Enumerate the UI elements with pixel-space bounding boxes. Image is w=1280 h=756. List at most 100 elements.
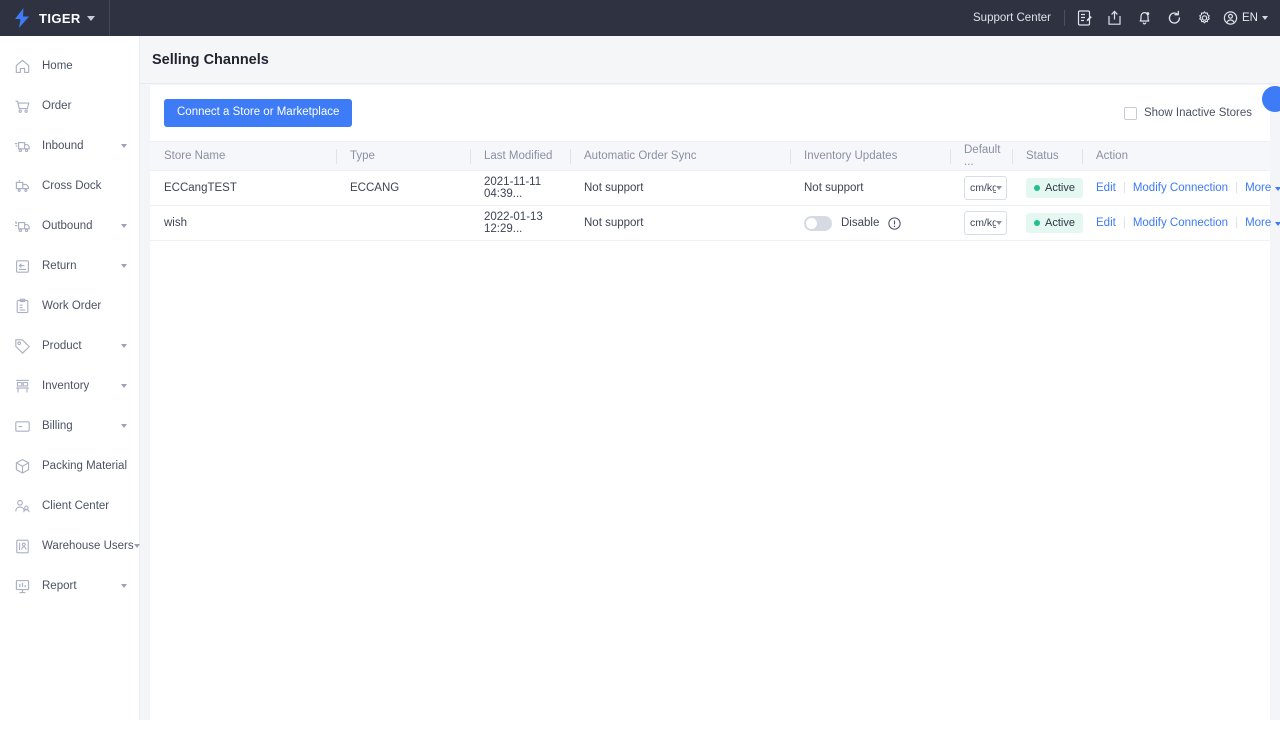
top-bar: TIGER Support Center EN [0,0,1280,36]
divider: | [1235,217,1239,229]
info-exclamation-icon[interactable] [888,216,902,230]
selling-channels-table: Store Name Type Last Modified Automatic … [150,141,1280,241]
sidebar-item-packing-material[interactable]: Packing Material [0,446,139,486]
divider: | [1235,182,1239,194]
edit-link[interactable]: Edit [1096,217,1116,229]
table-row[interactable]: ECCangTEST ECCANG 2021-11-11 04:39... No… [150,170,1280,206]
cell-action: Edit | Modify Connection | More [1082,170,1280,206]
sidebar-item-billing[interactable]: Billing [0,406,139,446]
sidebar-item-order[interactable]: Order [0,86,139,126]
show-inactive-label: Show Inactive Stores [1143,107,1252,119]
brand-logo-area[interactable]: TIGER [0,0,110,36]
chevron-down-icon [121,384,127,388]
sidebar-item-report[interactable]: Report [0,566,139,606]
table-row[interactable]: wish 2022-01-13 12:29... Not support Dis… [150,205,1280,241]
column-header-store-name[interactable]: Store Name [150,141,336,171]
support-center-link[interactable]: Support Center [973,12,1064,24]
column-header-type[interactable]: Type [336,141,470,171]
sidebar-item-label: Home [42,60,73,72]
user-avatar-icon [1223,11,1238,25]
chevron-down-icon [121,264,127,268]
main-content: Selling Channels Connect a Store or Mark… [140,36,1280,756]
chevron-down-icon [1262,16,1268,20]
status-dot-icon [1034,220,1040,226]
cart-icon [14,98,31,115]
document-edit-icon[interactable] [1069,0,1099,36]
sidebar-item-return[interactable]: Return [0,246,139,286]
sidebar-item-cross-dock[interactable]: Cross Dock [0,166,139,206]
inventory-updates-toggle[interactable] [804,215,832,231]
default-unit-select[interactable]: cm/kg [964,176,1007,200]
modify-connection-link[interactable]: Modify Connection [1133,182,1228,194]
sidebar-item-client-center[interactable]: Client Center [0,486,139,526]
inventory-updates-control: Disable [804,215,950,231]
column-header-last-modified[interactable]: Last Modified [470,141,570,171]
chevron-down-icon[interactable] [86,15,95,21]
refresh-icon[interactable] [1159,0,1189,36]
language-selector[interactable]: EN [1219,10,1268,26]
status-badge: Active [1026,178,1083,198]
modify-connection-link[interactable]: Modify Connection [1133,217,1228,229]
sidebar-item-inventory[interactable]: Inventory [0,366,139,406]
cell-status: Active [1012,205,1083,241]
column-header-inventory-updates[interactable]: Inventory Updates [790,141,950,171]
table-toolbar: Connect a Store or Marketplace Show Inac… [150,85,1270,141]
table-header: Store Name Type Last Modified Automatic … [150,141,1270,171]
sidebar-item-label: Product [42,340,82,352]
sidebar-item-warehouse-users[interactable]: Warehouse Users [0,526,140,566]
more-label: More [1245,182,1272,194]
cell-store-name: wish [150,205,336,241]
user-list-icon [14,538,31,555]
chevron-down-icon [121,224,127,228]
edit-link[interactable]: Edit [1096,182,1116,194]
default-unit-select[interactable]: cm/kg [964,211,1007,235]
connect-store-button[interactable]: Connect a Store or Marketplace [164,99,353,127]
top-bar-actions: Support Center EN [973,0,1280,36]
cell-type [336,205,470,241]
column-header-action[interactable]: Action [1082,141,1270,171]
sidebar-item-label: Work Order [42,300,102,312]
cell-default-unit: cm/kg [950,205,1012,241]
more-label: More [1245,217,1272,229]
bell-notification-icon[interactable] [1129,0,1159,36]
sidebar-item-label: Return [42,260,77,272]
sidebar-item-label: Order [42,100,72,112]
sidebar-item-outbound[interactable]: Outbound [0,206,139,246]
show-inactive-checkbox[interactable] [1123,106,1137,120]
share-export-icon[interactable] [1099,0,1129,36]
gear-settings-icon[interactable] [1189,0,1219,36]
inventory-updates-text: Not support [804,182,864,194]
cross-dock-icon [14,178,31,195]
column-header-default-unit[interactable]: Default ... [950,141,1012,171]
sidebar: Home Order Inbound Cross Dock Outbound R… [0,36,140,720]
chevron-down-icon [121,424,127,428]
chevron-down-icon [121,584,127,588]
cell-type: ECCANG [336,170,470,206]
page-header: Selling Channels [140,36,1280,84]
people-icon [14,498,31,515]
cell-order-sync: Not support [570,170,790,206]
cell-store-name: ECCangTEST [150,170,336,206]
card-icon [14,418,31,435]
sidebar-item-home[interactable]: Home [0,46,139,86]
show-inactive-stores-control[interactable]: Show Inactive Stores [1123,106,1260,120]
table-header-row: Store Name Type Last Modified Automatic … [150,141,1270,171]
sidebar-item-product[interactable]: Product [0,326,139,366]
inventory-updates-text: Disable [841,217,880,229]
home-icon [14,58,31,75]
chevron-down-icon [996,221,1002,225]
sidebar-item-work-order[interactable]: Work Order [0,286,139,326]
more-link[interactable]: More [1245,217,1280,229]
content-panel: Connect a Store or Marketplace Show Inac… [150,85,1280,756]
more-link[interactable]: More [1245,182,1280,194]
row-actions: Edit | Modify Connection | More [1096,217,1280,229]
sidebar-item-inbound[interactable]: Inbound [0,126,139,166]
divider: | [1122,182,1126,194]
lightning-bolt-icon [15,8,29,28]
column-header-order-sync[interactable]: Automatic Order Sync [570,141,790,171]
column-header-status[interactable]: Status [1012,141,1082,171]
default-unit-value: cm/kg [970,182,996,194]
chevron-down-icon [996,186,1002,190]
sidebar-item-label: Cross Dock [42,180,102,192]
sidebar-item-label: Outbound [42,220,93,232]
